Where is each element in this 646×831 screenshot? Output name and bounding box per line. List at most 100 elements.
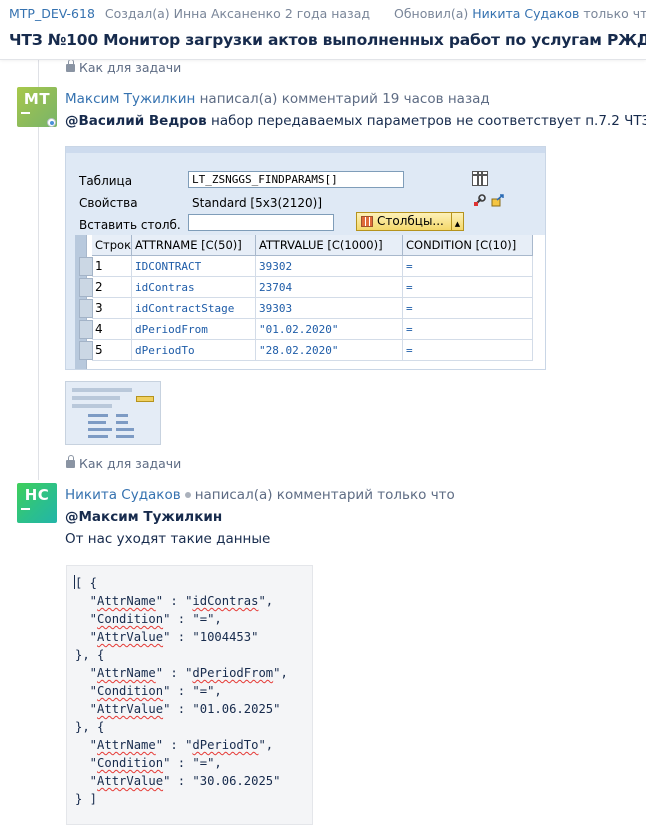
text-caret <box>74 575 75 589</box>
code-value: = <box>199 684 208 698</box>
updated-prefix: Обновил(а) <box>394 6 469 21</box>
grid-header-cell: ATTRVALUE [C(1000)] <box>256 235 403 256</box>
code-value: dPeriodTo <box>192 738 259 752</box>
code-token: AttrValue <box>97 774 164 788</box>
grid-cell: 4 <box>92 319 132 340</box>
grid-cell: 2 <box>92 277 132 298</box>
avatar-status-icon <box>47 118 56 127</box>
grid-icon <box>361 216 373 227</box>
lock-icon <box>66 455 75 468</box>
code-block: [ { "AttrName" : "idContras", "Condition… <box>66 565 313 825</box>
grid-cell: dPeriodTo <box>132 340 256 361</box>
comment-time[interactable]: только что <box>377 487 455 503</box>
comment-action: написал(а) комментарий <box>199 91 378 107</box>
thumb-line <box>72 404 112 408</box>
restriction-indicator: Как для задачи <box>66 455 182 471</box>
issue-meta-line: MTP_DEV-618 Создал(а) Инна Аксаненко 2 г… <box>9 6 646 21</box>
code-token: AttrValue <box>97 702 164 716</box>
restriction-indicator: Как для задачи <box>66 59 182 75</box>
code-value: 30.06.2025 <box>199 774 274 788</box>
thumb-button <box>136 396 154 402</box>
thumb-cell <box>116 414 128 417</box>
sap-label-props: Свойства <box>79 196 138 210</box>
grid-cell: = <box>403 256 533 277</box>
avatar-dash <box>21 508 30 510</box>
code-content: [ { "AttrName" : "idContras", "Condition… <box>74 575 288 806</box>
sap-screenshot-attachment[interactable]: Таблица LT_ZSNGGS_FINDPARAMS[] Свойства … <box>65 146 546 370</box>
comment-text: набор передаваемых параметров не соответ… <box>206 113 646 129</box>
code-value: = <box>199 756 208 770</box>
code-token: Condition <box>97 684 164 698</box>
updated-by-link[interactable]: Никита Судаков <box>472 6 579 21</box>
comment-header: Никита Судаков написал(а) комментарий тол… <box>65 487 455 503</box>
issue-key-link[interactable]: MTP_DEV-618 <box>9 6 95 21</box>
thumb-cell <box>116 428 134 431</box>
lock-icon <box>66 59 75 72</box>
grid-header-cell: CONDITION [C(10)] <box>403 235 533 256</box>
comment-author-link[interactable]: Максим Тужилкин <box>65 91 195 107</box>
grid-cell: = <box>403 277 533 298</box>
sap-props-value: Standard [5x3(2120)] <box>192 196 323 210</box>
grid-cell: 1 <box>92 256 132 277</box>
avatar-initials: МТ <box>23 90 51 108</box>
presence-dot-icon <box>184 492 191 498</box>
code-token: AttrName <box>97 738 156 752</box>
sap-data-grid: Строка ATTRNAME [C(50)] ATTRVALUE [C(100… <box>75 235 545 369</box>
grid-cell: 23704 <box>256 277 403 298</box>
code-token: AttrValue <box>97 630 164 644</box>
code-token: Condition <box>97 756 164 770</box>
grid-cell: 5 <box>92 340 132 361</box>
columns-button: Столбцы... ▲ <box>356 212 464 231</box>
avatar-dash <box>21 112 30 114</box>
row-selector <box>79 278 93 297</box>
sap-topbar <box>66 147 545 153</box>
code-value: 1004453 <box>199 630 252 644</box>
grid-cell: "01.02.2020" <box>256 319 403 340</box>
mention-link[interactable]: @Василий Ведров <box>65 113 207 129</box>
sap-table-field: LT_ZSNGGS_FINDPARAMS[] <box>188 171 404 188</box>
thumb-cell <box>88 414 108 417</box>
issue-header: MTP_DEV-618 Создал(а) Инна Аксаненко 2 г… <box>0 0 646 60</box>
sap-label-insert: Вставить столб. <box>79 218 181 232</box>
avatar[interactable]: НС <box>17 483 57 523</box>
grid-cell: 39303 <box>256 298 403 319</box>
comment-time[interactable]: 19 часов назад <box>382 91 490 107</box>
page-title: ЧТЗ №100 Монитор загрузки актов выполнен… <box>9 31 646 49</box>
thumb-cell <box>116 435 134 438</box>
comment-body: @Василий Ведров набор передаваемых парам… <box>65 113 646 129</box>
grid-cell: idContras <box>132 277 256 298</box>
grid-cell: = <box>403 298 533 319</box>
sap-label-table: Таблица <box>79 174 133 188</box>
row-selector <box>79 257 93 276</box>
row-selector <box>79 320 93 339</box>
dropdown-arrow-icon: ▲ <box>451 213 463 230</box>
created-when: 2 года назад <box>284 6 371 21</box>
grid-header-cell: Строка <box>92 235 132 256</box>
grid-cell: IDCONTRACT <box>132 256 256 277</box>
thumb-line <box>72 396 120 400</box>
created-prefix: Создал(а) <box>104 6 170 21</box>
export-arrow-icon <box>491 194 504 207</box>
comment-mention: @Максим Тужилкин <box>65 509 222 525</box>
thumb-cell <box>88 435 108 438</box>
thumb-cell <box>88 428 112 431</box>
wrench-icon <box>474 194 486 206</box>
thumb-cell <box>88 421 106 424</box>
updated-when: только что <box>583 6 646 21</box>
table-icon <box>472 171 488 186</box>
code-value: = <box>199 612 208 626</box>
restriction-label: Как для задачи <box>79 60 182 75</box>
avatar-initials: НС <box>24 486 50 504</box>
grid-cell: "28.02.2020" <box>256 340 403 361</box>
grid-cell: dPeriodFrom <box>132 319 256 340</box>
thumb-cell <box>116 421 128 424</box>
attachment-thumbnail[interactable] <box>65 381 161 445</box>
columns-button-label: Столбцы... <box>377 214 444 228</box>
comment-author-link[interactable]: Никита Судаков <box>65 487 181 503</box>
restriction-label: Как для задачи <box>79 456 182 471</box>
grid-header-cell: ATTRNAME [C(50)] <box>132 235 256 256</box>
comment-action: написал(а) комментарий <box>194 487 373 503</box>
grid-cell: 3 <box>92 298 132 319</box>
thumb-line <box>72 388 132 392</box>
mention-link[interactable]: @Максим Тужилкин <box>65 509 222 525</box>
